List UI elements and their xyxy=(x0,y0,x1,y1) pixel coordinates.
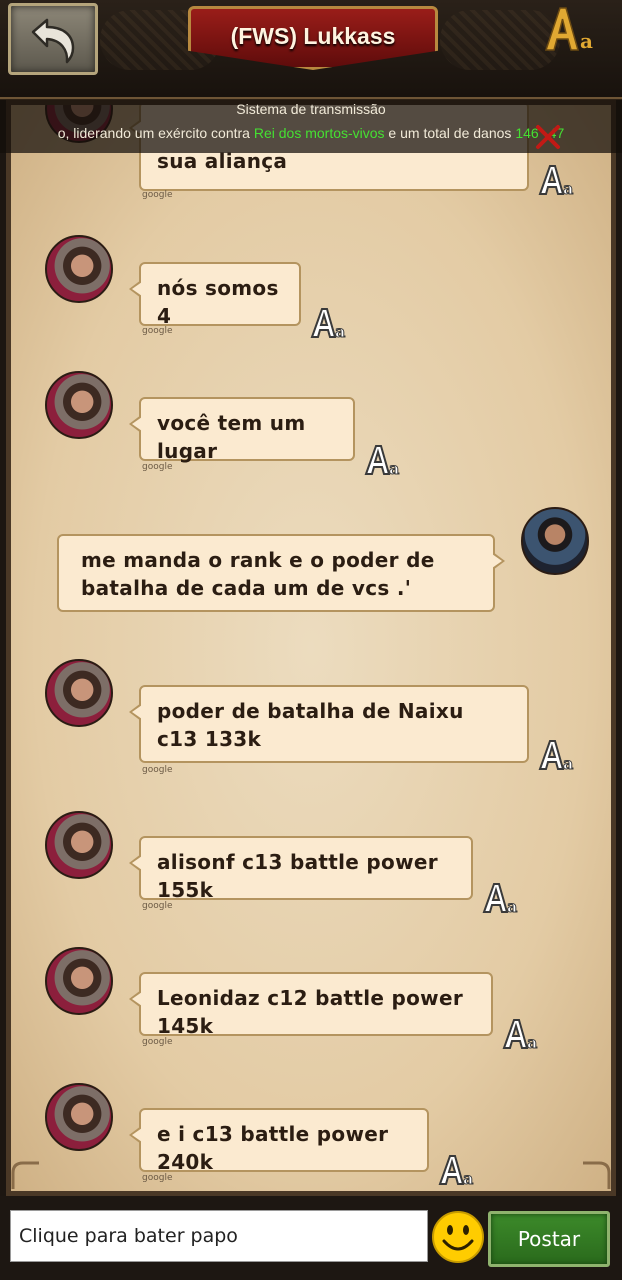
chat-title: (FWS) Lukkass xyxy=(230,23,396,49)
svg-text:a: a xyxy=(563,754,573,773)
broadcast-message: o, liderando um exército contra Rei dos … xyxy=(0,125,622,141)
translation-source: google xyxy=(142,1037,173,1047)
composer-bar: Postar xyxy=(0,1196,622,1280)
font-size-button[interactable]: a xyxy=(542,4,602,54)
translation-source: google xyxy=(142,462,173,472)
broadcast-highlight[interactable]: Rei dos mortos-vivos xyxy=(254,125,385,141)
own-avatar[interactable] xyxy=(521,507,589,575)
svg-text:a: a xyxy=(335,322,345,341)
message-text: nós somos 4 xyxy=(157,276,279,328)
translation-source: google xyxy=(142,901,173,911)
chat-bubble[interactable]: e i c13 battle power 240k xyxy=(129,1108,429,1174)
svg-text:a: a xyxy=(580,29,593,53)
translation-source: google xyxy=(142,326,173,336)
chat-title-banner: (FWS) Lukkass xyxy=(188,6,438,70)
avatar[interactable] xyxy=(45,1083,113,1151)
post-button[interactable]: Postar xyxy=(488,1211,610,1267)
translation-source: google xyxy=(142,190,173,200)
translate-icon[interactable]: a xyxy=(437,1150,477,1188)
system-broadcast: Sistema de transmissão o, liderando um e… xyxy=(0,99,622,153)
message-text: você tem um lugar xyxy=(157,411,306,463)
top-header: (FWS) Lukkass a xyxy=(0,0,622,100)
own-chat-bubble[interactable]: me manda o rank e o poder de batalha de … xyxy=(57,534,505,612)
message-text: me manda o rank e o poder de batalha de … xyxy=(81,548,435,600)
chat-bubble[interactable]: alisonf c13 battle power 155k xyxy=(129,836,473,902)
frame-corner-ornament xyxy=(11,1161,39,1189)
translate-icon[interactable]: a xyxy=(537,735,577,773)
translate-icon[interactable]: a xyxy=(363,440,403,478)
back-arrow-icon xyxy=(31,18,75,64)
translate-icon[interactable]: a xyxy=(481,878,521,916)
avatar[interactable] xyxy=(45,811,113,879)
chat-bubble[interactable]: Leonidaz c12 battle power 145k xyxy=(129,972,493,1038)
svg-text:a: a xyxy=(507,897,517,916)
svg-text:a: a xyxy=(527,1033,537,1052)
avatar[interactable] xyxy=(45,659,113,727)
svg-text:a: a xyxy=(389,459,399,478)
chat-bubble[interactable]: você tem um lugar xyxy=(129,397,355,463)
chat-bubble[interactable]: nós somos 4 xyxy=(129,262,301,328)
broadcast-text: o, liderando um exército contra xyxy=(57,125,254,141)
translation-source: google xyxy=(142,765,173,775)
message-text: e i c13 battle power 240k xyxy=(157,1122,389,1174)
svg-text:a: a xyxy=(463,1169,473,1188)
close-icon[interactable] xyxy=(534,123,562,151)
chat-input[interactable] xyxy=(10,1210,428,1262)
message-text: Leonidaz c12 battle power 145k xyxy=(157,986,463,1038)
avatar[interactable] xyxy=(45,371,113,439)
broadcast-title: Sistema de transmissão xyxy=(236,101,386,117)
chat-panel[interactable]: sua aliança google a nós somos 4 google … xyxy=(6,100,616,1196)
avatar[interactable] xyxy=(45,235,113,303)
emoji-button[interactable] xyxy=(431,1210,485,1264)
smiley-icon xyxy=(432,1211,484,1263)
broadcast-text: e um total de danos xyxy=(384,125,516,141)
back-button[interactable] xyxy=(8,3,98,75)
message-text: alisonf c13 battle power 155k xyxy=(157,850,438,902)
message-text: poder de batalha de Naixu c13 133k xyxy=(157,699,464,751)
translate-icon[interactable]: a xyxy=(501,1014,541,1052)
translate-icon[interactable]: a xyxy=(309,303,349,341)
frame-corner-ornament xyxy=(583,1161,611,1189)
avatar[interactable] xyxy=(45,947,113,1015)
svg-text:a: a xyxy=(563,179,573,198)
translate-icon[interactable]: a xyxy=(537,160,577,198)
translation-source: google xyxy=(142,1173,173,1183)
chat-bubble[interactable]: poder de batalha de Naixu c13 133k xyxy=(129,685,529,763)
font-size-icon: a xyxy=(544,7,593,53)
